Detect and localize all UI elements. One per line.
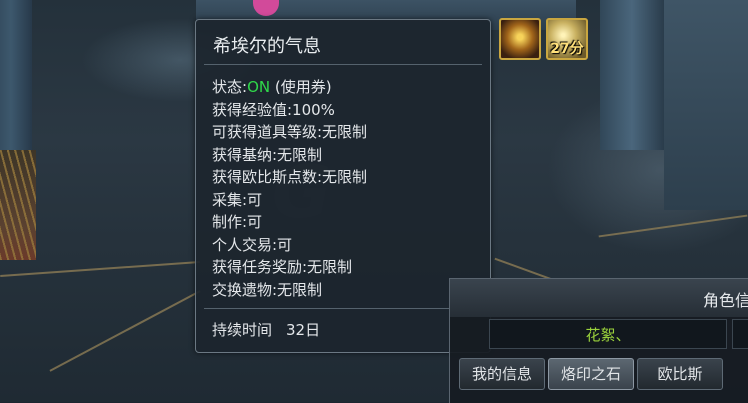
tooltip-title: 希埃尔的气息	[213, 36, 321, 57]
tab-orbis[interactable]: 欧比斯	[637, 358, 723, 390]
buff-timer: 27分	[550, 41, 584, 57]
stat-status-value: ON	[247, 78, 271, 96]
panel-title: 角色信	[703, 291, 748, 310]
stat-exp: 获得经验值:100%	[212, 100, 335, 119]
stat-status-suffix: (使用券)	[270, 78, 332, 96]
tooltip-divider	[204, 308, 482, 309]
tab-my-info[interactable]: 我的信息	[459, 358, 545, 390]
scene-pillar-right	[600, 0, 664, 150]
duration-value: 32日	[286, 321, 321, 339]
tooltip-duration: 持续时间 32日	[212, 319, 320, 340]
floor-trim	[598, 214, 748, 238]
golden-shrine-buff-icon[interactable]	[499, 18, 541, 60]
stat-crafting: 制作:可	[212, 213, 263, 231]
floor-trim	[49, 290, 201, 372]
stat-quest-reward: 获得任务奖励:无限制	[212, 258, 353, 276]
scene-plant	[0, 150, 36, 260]
stat-trade: 个人交易:可	[212, 235, 293, 254]
stat-kinah: 获得基纳:无限制	[212, 145, 323, 164]
duration-label: 持续时间	[212, 321, 273, 339]
stat-status: 状态:ON (使用券)	[212, 76, 367, 99]
character-name: 花絮、	[585, 326, 631, 344]
tooltip-divider	[204, 64, 482, 65]
stat-item-level: 可获得道具等级:无限制	[212, 123, 368, 141]
stat-gathering: 采集:可	[212, 190, 263, 209]
stat-relic-exchange: 交换遗物:无限制	[212, 280, 323, 299]
character-extra-cell	[732, 319, 748, 349]
scene-wall-right	[664, 0, 748, 210]
floor-trim	[0, 261, 200, 277]
stat-orbis-points: 获得欧比斯点数:无限制	[212, 168, 368, 186]
tooltip-stat-list: 状态:ON (使用券) 获得经验值:100% 可获得道具等级:无限制 获得基纳:…	[212, 76, 367, 301]
buff-tooltip: 希埃尔的气息 状态:ON (使用券) 获得经验值:100% 可获得道具等级:无限…	[195, 19, 491, 353]
stat-status-label: 状态:	[212, 78, 248, 96]
tab-stigma-stone[interactable]: 烙印之石	[548, 358, 634, 390]
